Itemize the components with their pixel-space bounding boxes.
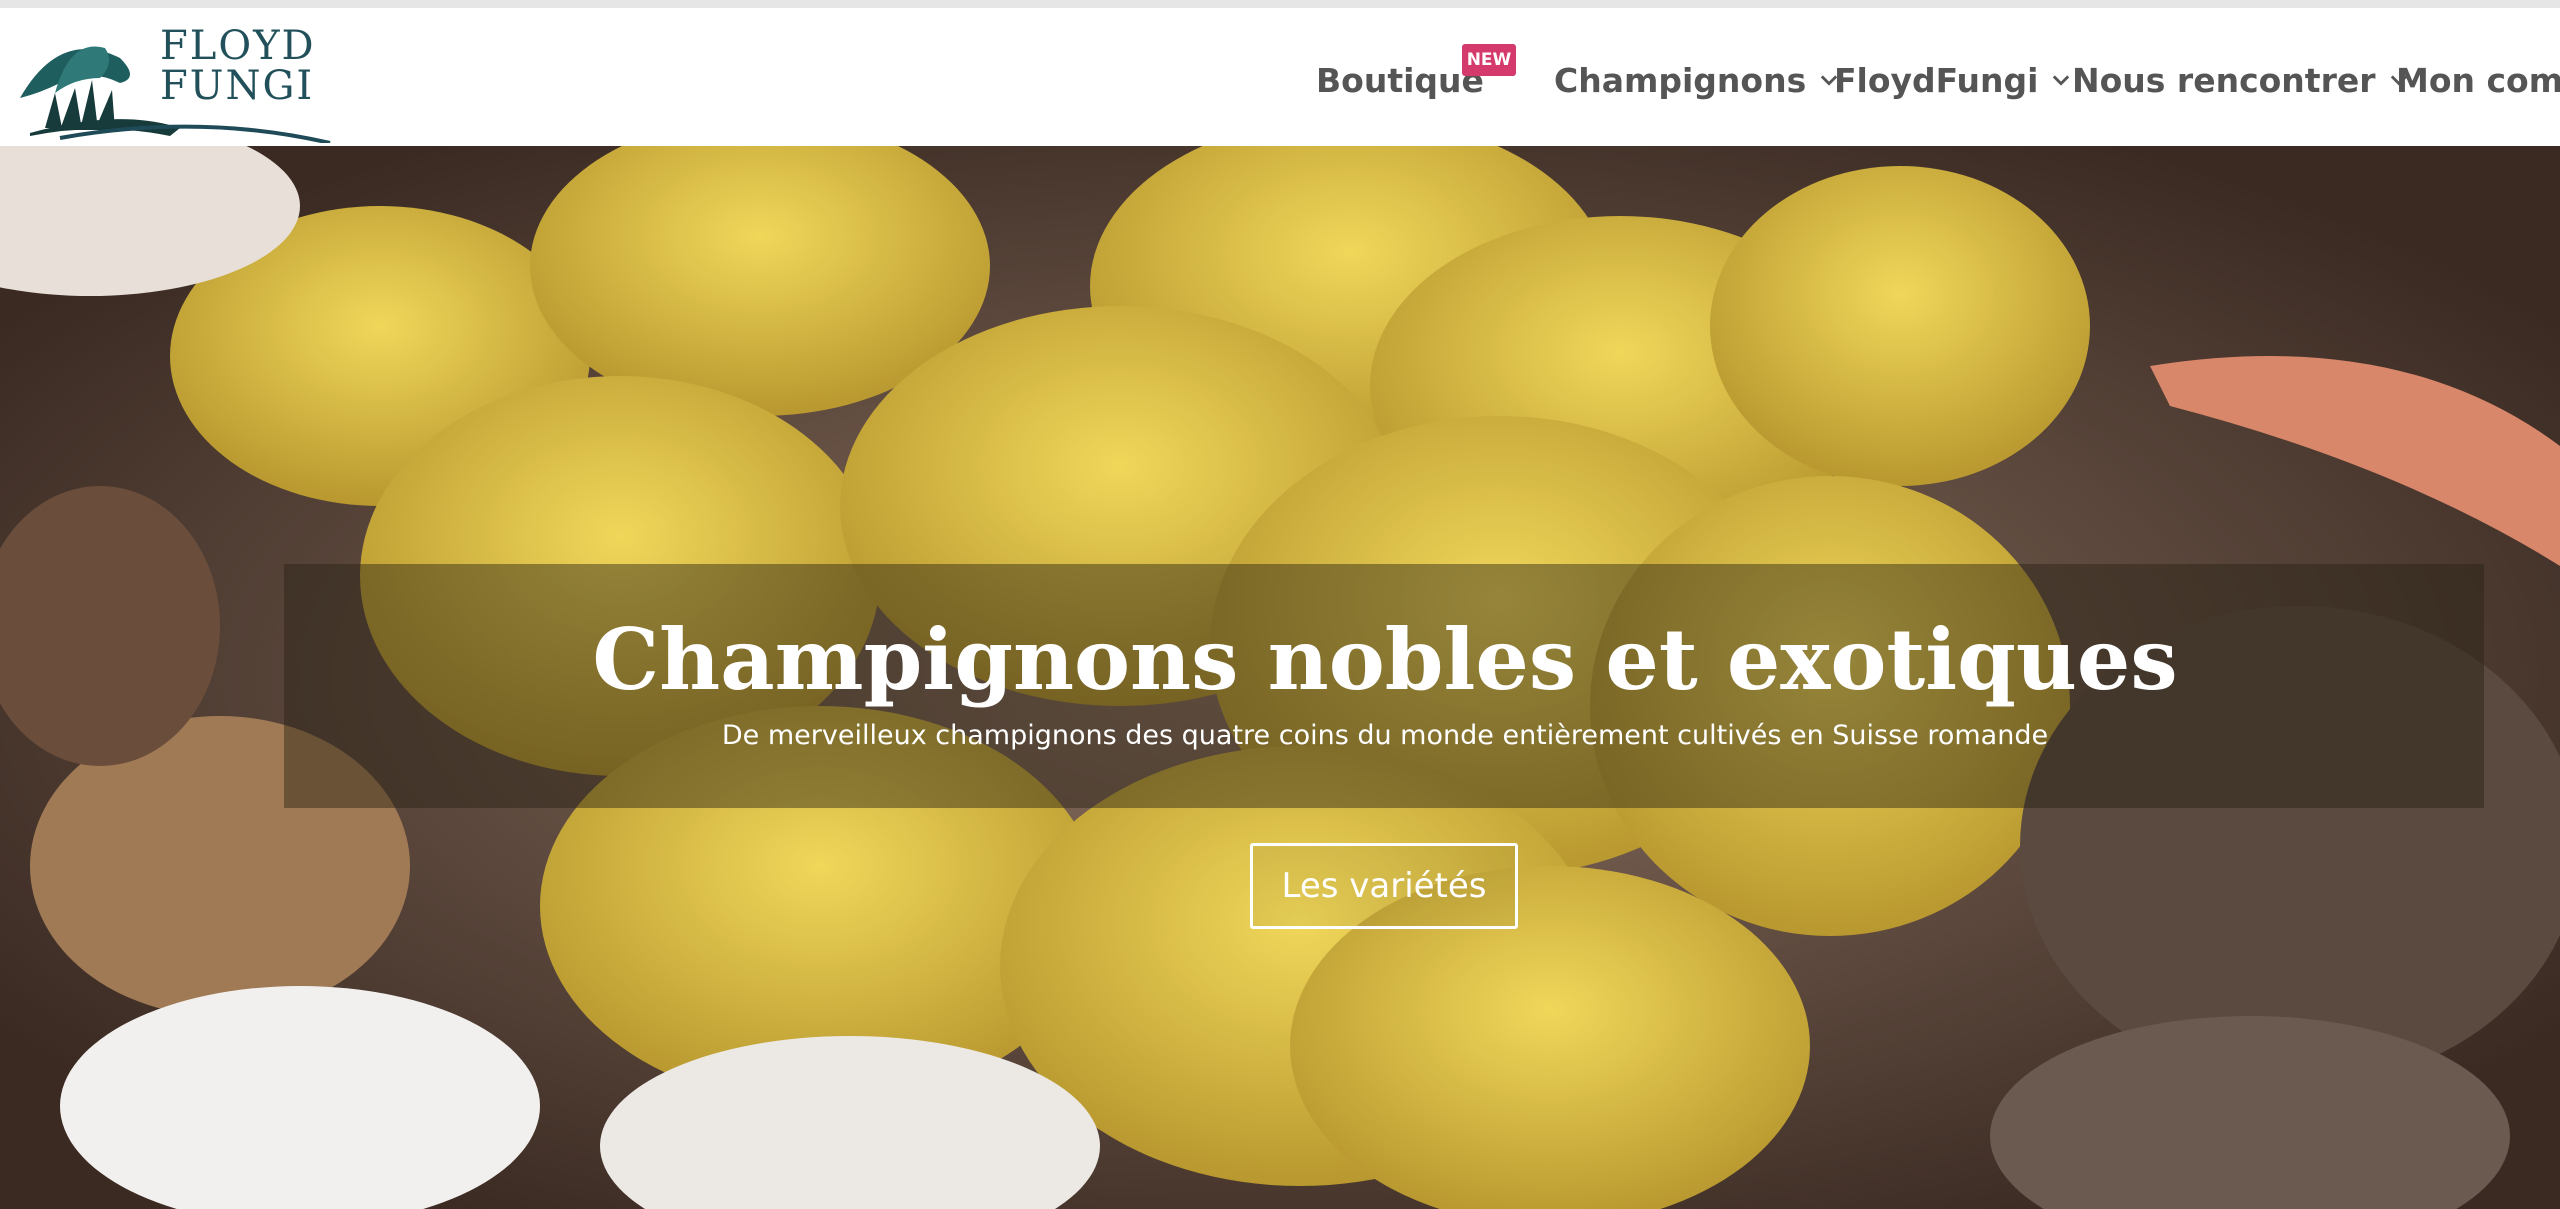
varieties-button[interactable]: Les variétés xyxy=(1250,843,1518,929)
nav-item-boutique[interactable]: Boutique xyxy=(1316,50,1484,110)
floyd-fungi-logo[interactable]: FLOYD FUNGI xyxy=(0,18,340,145)
logo-wordmark: FLOYD FUNGI xyxy=(160,26,316,106)
site-header: FLOYD FUNGI Boutique Champignons FloydFu… xyxy=(0,8,2560,146)
chevron-down-icon xyxy=(2053,75,2070,86)
nav-item-floydfungi[interactable]: FloydFungi xyxy=(1834,50,2070,110)
logo-line-2: FUNGI xyxy=(160,63,315,109)
nav-item-nous-rencontrer[interactable]: Nous rencontrer xyxy=(2072,50,2408,110)
nav-item-label: FloydFungi xyxy=(1834,60,2039,100)
nav-item-label: Nous rencontrer xyxy=(2072,60,2376,100)
nav-item-label: Champignons xyxy=(1554,60,1807,100)
hero-banner: Champignons nobles et exotiques De merve… xyxy=(0,146,2560,1209)
nav-item-label: Boutique xyxy=(1316,60,1484,100)
logo-line-1: FLOYD xyxy=(160,23,316,69)
hero-subtitle: De merveilleux champignons des quatre co… xyxy=(721,720,2049,751)
top-divider xyxy=(0,0,2560,8)
nav-item-mon-compte[interactable]: Mon compte xyxy=(2396,50,2560,110)
nav-item-label: Mon compte xyxy=(2396,60,2560,100)
hero-title: Champignons nobles et exotiques xyxy=(592,610,2178,709)
new-badge: NEW xyxy=(1462,44,1516,76)
nav-item-champignons[interactable]: Champignons xyxy=(1554,50,1838,110)
